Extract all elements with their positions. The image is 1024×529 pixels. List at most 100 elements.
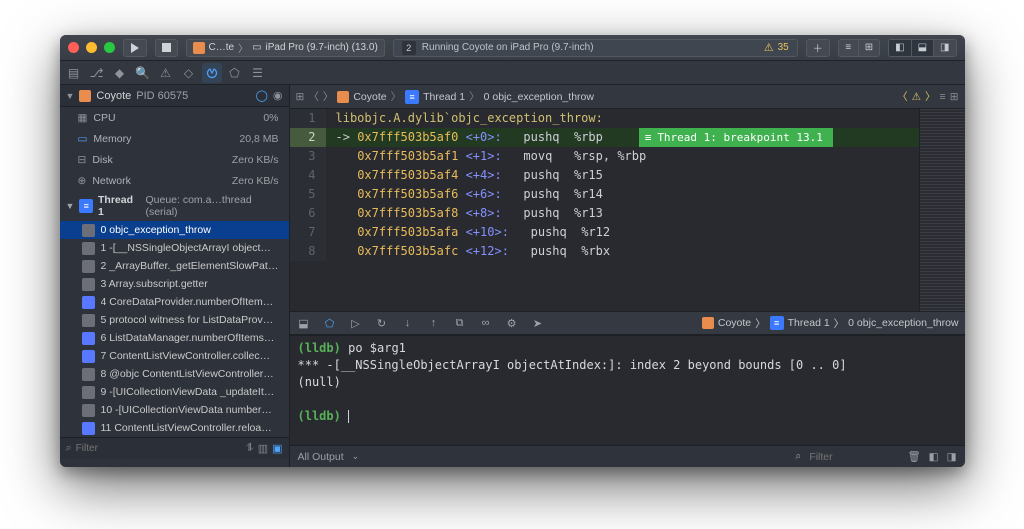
navigator-filter-input[interactable] (76, 443, 242, 454)
trash-icon[interactable]: 🗑 (907, 450, 920, 463)
variables-view-toggle-icon[interactable]: ◧ (929, 451, 939, 463)
thread-header[interactable]: ▼ ≡ Thread 1 Queue: com.a…thread (serial… (60, 191, 289, 221)
view-debug-icon[interactable]: ⧉ (452, 317, 468, 330)
jump-frame[interactable]: 0 objc_exception_throw (484, 91, 594, 103)
jump-bar: ⊞ 〈 〉 Coyote 〉 ≡ Thread 1 〉 0 objc_excep… (290, 85, 965, 109)
running-filter-icon[interactable]: ▣ (272, 442, 282, 455)
panel-toggle-segment: ◧ ⬓ ◨ (888, 39, 956, 57)
debug-crumbs: Coyote 〉 ≡ Thread 1 〉 0 objc_exception_t… (702, 316, 959, 331)
continue-button[interactable]: ▷ (348, 317, 364, 330)
crumb-thread[interactable]: Thread 1 (788, 317, 830, 329)
frame-label: 9 -[UICollectionViewData _updateIt… (101, 386, 275, 398)
jump-project[interactable]: Coyote (353, 91, 386, 103)
stop-button[interactable] (155, 39, 178, 57)
project-navigator-tab[interactable]: ▤ (64, 63, 84, 83)
run-button[interactable] (123, 39, 147, 57)
environment-overrides-icon[interactable]: ⚙ (504, 317, 520, 330)
stack-frame[interactable]: 3 Array.subscript.getter (60, 275, 289, 293)
step-into-button[interactable]: ↓ (400, 317, 416, 329)
threads-filter-icon[interactable]: ▥ (258, 442, 268, 455)
jump-thread[interactable]: Thread 1 (423, 91, 465, 103)
stack-frame[interactable]: 6 ListDataManager.numberOfItems… (60, 329, 289, 347)
step-out-button[interactable]: ↑ (426, 317, 442, 329)
stack-frame[interactable]: 1 -[__NSSingleObjectArrayI object… (60, 239, 289, 257)
issue-navigator-tab[interactable]: ⚠ (156, 63, 176, 83)
disclosure-icon: ▼ (66, 201, 75, 211)
hide-debug-area-icon[interactable]: ⬓ (296, 317, 312, 330)
standard-editor-button[interactable]: ≡ (838, 39, 858, 57)
warnings-badge[interactable]: ⚠35 (764, 41, 789, 54)
toggle-debug-area-button[interactable]: ⬓ (911, 39, 933, 57)
gauge-memory[interactable]: ▭Memory20,8 MB (60, 128, 289, 149)
toggle-inspector-button[interactable]: ◨ (933, 39, 956, 57)
scheme-selector[interactable]: C…te 〉 ▭ iPad Pro (9.7-inch) (13.0) (186, 39, 385, 57)
memory-graph-icon[interactable]: ∞ (478, 317, 494, 329)
back-button[interactable]: 〈 (308, 89, 319, 104)
scheme-device: iPad Pro (9.7-inch) (13.0) (266, 42, 378, 53)
frame-label: 5 protocol witness for ListDataProv… (101, 314, 274, 326)
network-icon: ⊕ (78, 175, 87, 187)
stack-frame[interactable]: 5 protocol witness for ListDataProv… (60, 311, 289, 329)
related-items-icon[interactable]: ⊞ (296, 91, 305, 103)
minimize-window-button[interactable] (86, 42, 97, 53)
filter-icon: ⌕ (66, 442, 72, 455)
console-filter-input[interactable] (809, 451, 899, 463)
stack-frame[interactable]: 9 -[UICollectionViewData _updateIt… (60, 383, 289, 401)
text-cursor (348, 410, 349, 423)
close-window-button[interactable] (68, 42, 79, 53)
source-control-navigator-tab[interactable]: ⎇ (87, 63, 107, 83)
frame-label: 10 -[UICollectionViewData number… (101, 404, 272, 416)
minimap[interactable] (919, 109, 965, 311)
console: (lldb) po $arg1 *** -[__NSSingleObjectAr… (290, 335, 965, 467)
window-controls (68, 42, 115, 53)
assembly-icon (82, 242, 95, 255)
test-navigator-tab[interactable]: ◇ (179, 63, 199, 83)
warning-icon: ⚠ (764, 41, 774, 54)
process-header[interactable]: ▼ Coyote PID 60575 ◯ ◉ (60, 85, 289, 107)
toggle-navigator-button[interactable]: ◧ (888, 39, 910, 57)
breakpoint-flag[interactable]: ≡Thread 1: breakpoint 13.1 (639, 128, 833, 147)
stack-frame[interactable]: 11 ContentListViewController.reloa… (60, 419, 289, 437)
eye-icon[interactable]: ◉ (273, 89, 283, 102)
user-code-icon (82, 332, 95, 345)
crashed-threads-filter-icon[interactable]: ⥮ (246, 442, 254, 455)
stack-frame[interactable]: 10 -[UICollectionViewData number… (60, 401, 289, 419)
memory-icon: ▭ (78, 133, 88, 145)
canvas-editor-button[interactable]: ⊞ (858, 39, 880, 57)
crumb-project[interactable]: Coyote (718, 317, 751, 329)
disassembly-view[interactable]: 1libobjc.A.dylib`objc_exception_throw:2-… (290, 109, 919, 311)
stack-frame[interactable]: 0 objc_exception_throw (60, 221, 289, 239)
stack-frame[interactable]: 7 ContentListViewController.collec… (60, 347, 289, 365)
add-editor-icon[interactable]: ⊞ (950, 91, 959, 103)
stack-frame[interactable]: 2 _ArrayBuffer._getElementSlowPat… (60, 257, 289, 275)
chevron-up-down-icon[interactable]: ⌄ (352, 451, 360, 462)
debug-navigator: ▼ Coyote PID 60575 ◯ ◉ ▦CPU0% ▭Memory20,… (60, 85, 290, 467)
console-view-toggle-icon[interactable]: ◨ (947, 451, 957, 463)
editor-options-icon[interactable]: ≡ (940, 91, 946, 103)
find-navigator-tab[interactable]: 🔍 (133, 63, 153, 83)
gauge-disk[interactable]: ⊟DiskZero KB/s (60, 149, 289, 170)
xcode-window: C…te 〉 ▭ iPad Pro (9.7-inch) (13.0) 2 Ru… (60, 35, 965, 467)
debug-navigator-tab[interactable] (202, 63, 222, 83)
breakpoint-navigator-tab[interactable]: ⬠ (225, 63, 245, 83)
symbol-navigator-tab[interactable]: ◆ (110, 63, 130, 83)
report-navigator-tab[interactable]: ☰ (248, 63, 268, 83)
app-icon (702, 317, 714, 329)
add-button[interactable]: ＋ (806, 39, 830, 57)
prev-issue-button[interactable]: 〈 (897, 89, 908, 104)
gauge-network[interactable]: ⊕NetworkZero KB/s (60, 170, 289, 191)
forward-button[interactable]: 〉 (323, 89, 334, 104)
app-icon (337, 91, 349, 103)
console-output[interactable]: (lldb) po $arg1 *** -[__NSSingleObjectAr… (290, 336, 965, 445)
stack-frame[interactable]: 8 @objc ContentListViewController… (60, 365, 289, 383)
console-output-scope[interactable]: All Output (298, 451, 344, 463)
next-issue-button[interactable]: 〉 (925, 89, 936, 104)
breakpoints-toggle-icon[interactable]: ⬠ (322, 317, 338, 330)
step-over-button[interactable]: ↻ (374, 317, 390, 330)
stack-frame[interactable]: 4 CoreDataProvider.numberOfItem… (60, 293, 289, 311)
editor-area: ⊞ 〈 〉 Coyote 〉 ≡ Thread 1 〉 0 objc_excep… (290, 85, 965, 467)
crumb-frame[interactable]: 0 objc_exception_throw (848, 317, 958, 329)
gauge-cpu[interactable]: ▦CPU0% (60, 107, 289, 128)
location-icon[interactable]: ➤ (530, 317, 546, 330)
zoom-window-button[interactable] (104, 42, 115, 53)
